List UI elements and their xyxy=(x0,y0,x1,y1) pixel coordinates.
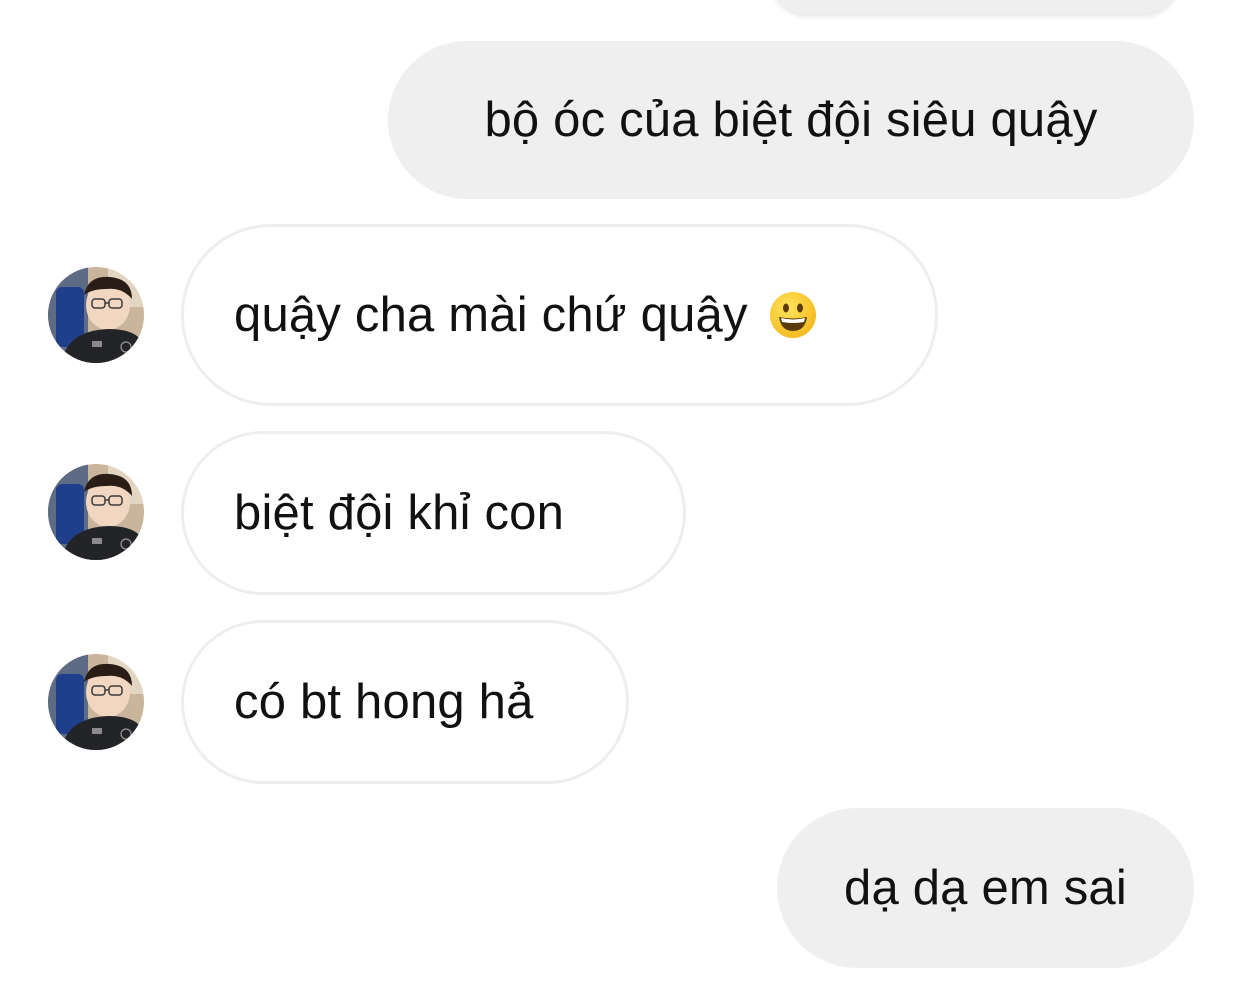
message-bubble-outgoing[interactable]: dạ dạ em sai xyxy=(777,808,1194,968)
message-text: biệt đội khỉ con xyxy=(234,486,565,540)
message-bubble-incoming[interactable]: biệt đội khỉ con xyxy=(181,431,686,595)
avatar-image xyxy=(48,464,144,560)
message-bubble-outgoing[interactable]: bộ óc của biệt đội siêu quậy xyxy=(388,41,1194,199)
contact-avatar[interactable] xyxy=(48,654,144,750)
previous-message-bubble[interactable] xyxy=(770,0,1180,14)
grinning-face-emoji-icon xyxy=(768,290,818,340)
message-text: có bt hong hả xyxy=(234,675,534,729)
avatar-image xyxy=(48,267,144,363)
message-bubble-incoming[interactable]: có bt hong hả xyxy=(181,620,629,784)
contact-avatar[interactable] xyxy=(48,464,144,560)
message-text: quậy cha mài chứ quậy xyxy=(234,288,748,342)
message-text: bộ óc của biệt đội siêu quậy xyxy=(484,93,1098,147)
message-bubble-incoming[interactable]: quậy cha mài chứ quậy xyxy=(181,224,938,406)
message-text: dạ dạ em sai xyxy=(844,861,1127,915)
contact-avatar[interactable] xyxy=(48,267,144,363)
avatar-image xyxy=(48,654,144,750)
